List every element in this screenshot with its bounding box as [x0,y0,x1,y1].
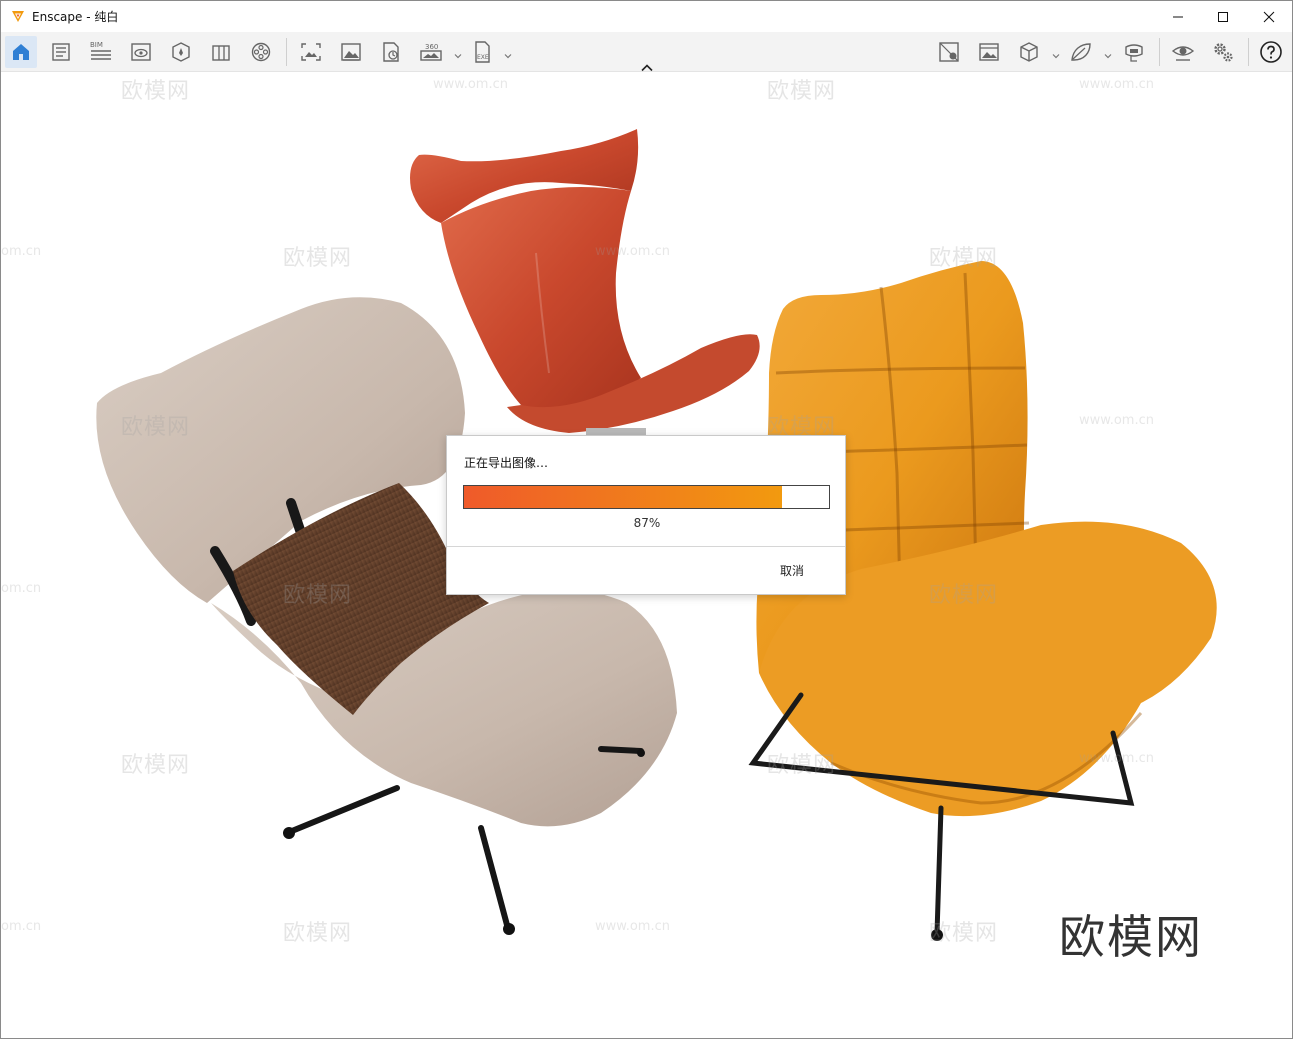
progress-fill [464,486,782,508]
minimize-icon [1173,16,1183,17]
view-icon [131,43,151,61]
visual-settings-button[interactable] [1167,36,1199,68]
export-progress-bar [463,485,830,509]
project-info-button[interactable] [45,36,77,68]
watermark: 欧模网 [283,246,353,271]
export-exe-button[interactable]: EXE [467,36,499,68]
vr-mode-button[interactable] [1118,36,1150,68]
dialog-title: 正在导出图像… [464,456,549,470]
eye-icon [1171,46,1195,61]
image-icon [341,43,361,61]
watermark: 欧模网 [121,415,191,440]
bim-icon: BIM [90,41,111,60]
material-editor-icon [939,42,959,62]
watermark: 欧模网 [767,79,837,104]
watermark-url: www.om.cn [595,919,670,934]
batch-render-icon [383,42,399,62]
batch-render-button[interactable] [375,36,407,68]
title-bar: Enscape - 纯白 [1,1,1292,32]
vegetation-button[interactable] [1065,36,1097,68]
collapse-toolbar-chevron-up-icon[interactable] [639,59,655,72]
panorama-button[interactable]: 360 [415,36,447,68]
watermark: 欧模网 [929,921,999,946]
cancel-button[interactable]: 取消 [774,560,810,581]
maximize-button[interactable] [1200,1,1246,32]
svg-text:360: 360 [425,43,438,51]
toolbar-separator [1248,38,1249,66]
object-dropdown-chevron-icon[interactable] [1051,46,1061,59]
export-progress-dialog: 正在导出图像… 87% 取消 [446,435,846,595]
home-icon [13,44,29,60]
screenshot-icon [301,43,321,61]
render-image-button[interactable] [335,36,367,68]
svg-text:EXE: EXE [477,54,489,61]
help-icon [1260,41,1282,63]
enscape-logo-icon [10,8,26,24]
document-list-icon [52,43,70,61]
export-exe-icon: EXE [475,41,490,63]
asset-image-icon [979,43,999,61]
progress-percent-label: 87% [633,516,661,530]
watermark: 欧模网 [767,753,837,778]
video-reel-icon [251,42,271,62]
svg-text:BIM: BIM [90,41,103,49]
export-dropdown-chevron-icon[interactable] [503,46,513,59]
cube-icon [1020,42,1038,62]
library-icon [212,45,230,61]
brand-watermark: 欧模网 [1059,910,1203,964]
panorama-360-icon: 360 [420,43,442,61]
watermark-url: www.om.cn [1079,77,1154,92]
help-button[interactable] [1255,36,1287,68]
watermark-url: om.cn [1,244,42,259]
toolbar-separator [1159,38,1160,66]
home-button[interactable] [5,36,37,68]
bim-info-button[interactable]: BIM [85,36,117,68]
watermark: 欧模网 [121,79,191,104]
dialog-divider [447,546,845,547]
material-editor-button[interactable] [933,36,965,68]
watermark-url: om.cn [1,581,42,596]
view-management-button[interactable] [125,36,157,68]
maximize-icon [1218,11,1228,22]
enscape-window: Enscape - 纯白 BIM 360 EXE 欧模网 www.om.cn 欧… [0,0,1293,1039]
vr-headset-icon [1125,44,1143,62]
window-title: Enscape - 纯白 [32,10,119,24]
general-settings-button[interactable] [1207,36,1239,68]
vegetation-dropdown-chevron-icon[interactable] [1103,46,1113,59]
asset-library-button[interactable] [205,36,237,68]
panorama-dropdown-chevron-icon[interactable] [453,46,463,59]
watermark: 欧模网 [283,583,353,608]
screenshot-button[interactable] [295,36,327,68]
close-button[interactable] [1246,1,1292,32]
toolbar-separator [286,38,287,66]
minimize-button[interactable] [1155,1,1201,32]
video-editor-button[interactable] [245,36,277,68]
leaf-icon [1071,43,1091,61]
watermark-url: www.om.cn [1079,413,1154,428]
watermark: 欧模网 [929,583,999,608]
settings-icon [1214,43,1233,62]
watermark-url: www.om.cn [433,77,508,92]
object-mode-button[interactable] [1013,36,1045,68]
watermark-url: www.om.cn [1079,751,1154,766]
watermark: 欧模网 [929,246,999,271]
upload-manager-button[interactable] [973,36,1005,68]
close-icon [1263,11,1275,22]
watermark: 欧模网 [283,921,353,946]
watermark-url: om.cn [1,919,42,934]
orientation-button[interactable] [165,36,197,68]
watermark-url: www.om.cn [595,244,670,259]
compass-icon [172,42,190,62]
watermark: 欧模网 [121,753,191,778]
